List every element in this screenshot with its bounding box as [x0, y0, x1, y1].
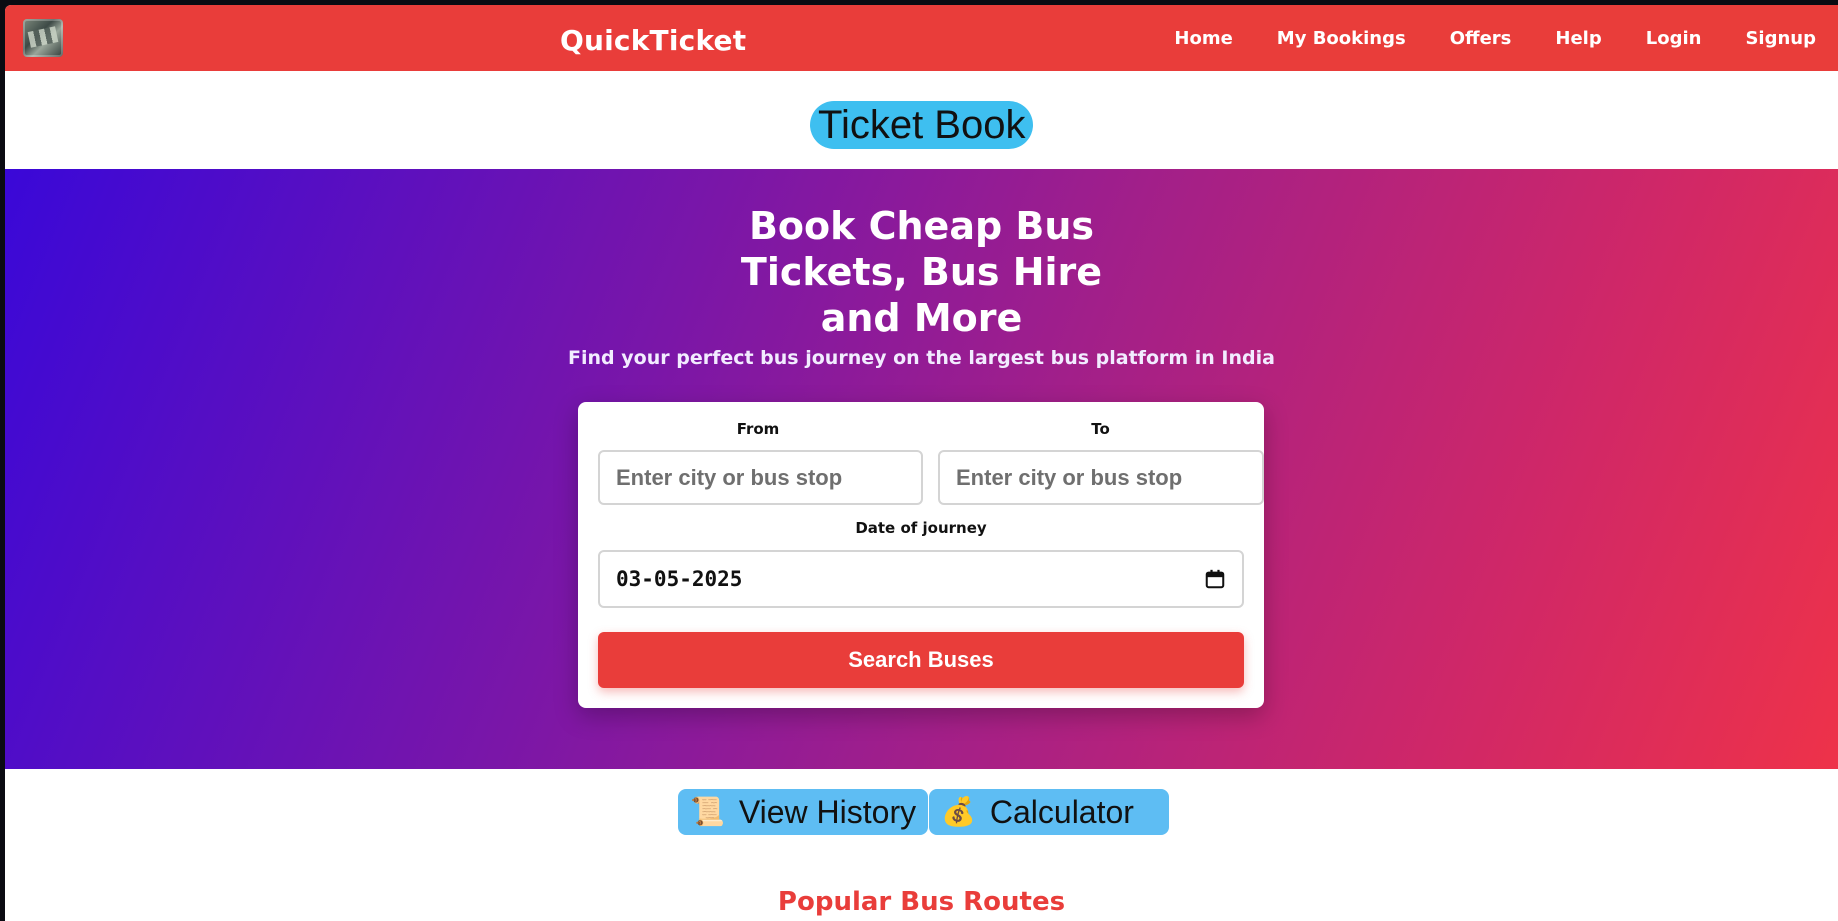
from-input[interactable]	[598, 450, 923, 505]
app-window: QuickTicket Home My Bookings Offers Help…	[5, 5, 1838, 921]
tools-section: 📜 View History 💰 Calculator	[5, 789, 1838, 839]
hero-subtitle: Find your perfect bus journey on the lar…	[568, 347, 1275, 369]
date-value: 03-05-2025	[616, 567, 743, 591]
date-label: Date of journey	[855, 519, 987, 537]
nav-help[interactable]: Help	[1555, 28, 1601, 49]
nav-offers[interactable]: Offers	[1450, 28, 1512, 49]
to-label: To	[1091, 420, 1110, 438]
view-history-label: View History	[738, 793, 917, 830]
navbar: QuickTicket Home My Bookings Offers Help…	[5, 5, 1838, 71]
scroll-icon: 📜	[690, 796, 725, 827]
hero-title-line-1: Book Cheap Bus	[748, 204, 1095, 248]
search-buses-button[interactable]: Search Buses	[598, 632, 1244, 688]
brand-name[interactable]: QuickTicket	[560, 24, 746, 57]
hero-title: Book Cheap Bus Tickets, Bus Hire and Mor…	[5, 203, 1838, 341]
popular-routes-heading: Popular Bus Routes	[777, 887, 1066, 917]
nav-home[interactable]: Home	[1174, 28, 1232, 49]
calendar-icon[interactable]	[1204, 568, 1226, 590]
page-title-badge: Ticket Book	[810, 101, 1034, 149]
from-label: From	[736, 420, 780, 438]
hero-title-line-2: Tickets, Bus Hire	[740, 250, 1103, 294]
title-section: Ticket Book	[5, 71, 1838, 169]
hero-title-line-3: and More	[820, 296, 1023, 340]
hero-section: Book Cheap Bus Tickets, Bus Hire and Mor…	[5, 169, 1838, 769]
nav-links: Home My Bookings Offers Help Login Signu…	[1130, 5, 1816, 71]
calculator-label: Calculator	[989, 793, 1134, 830]
view-history-button[interactable]: 📜 View History	[678, 789, 928, 835]
bus-logo-icon[interactable]	[23, 19, 63, 57]
search-card: From To Date of journey 03-05-2025 Searc…	[578, 402, 1264, 708]
date-input[interactable]: 03-05-2025	[598, 550, 1244, 608]
to-input[interactable]	[938, 450, 1264, 505]
nav-signup[interactable]: Signup	[1745, 28, 1816, 49]
nav-login[interactable]: Login	[1646, 28, 1702, 49]
calculator-button[interactable]: 💰 Calculator	[929, 789, 1169, 835]
nav-my-bookings[interactable]: My Bookings	[1277, 28, 1406, 49]
money-bag-icon: 💰	[941, 796, 976, 827]
